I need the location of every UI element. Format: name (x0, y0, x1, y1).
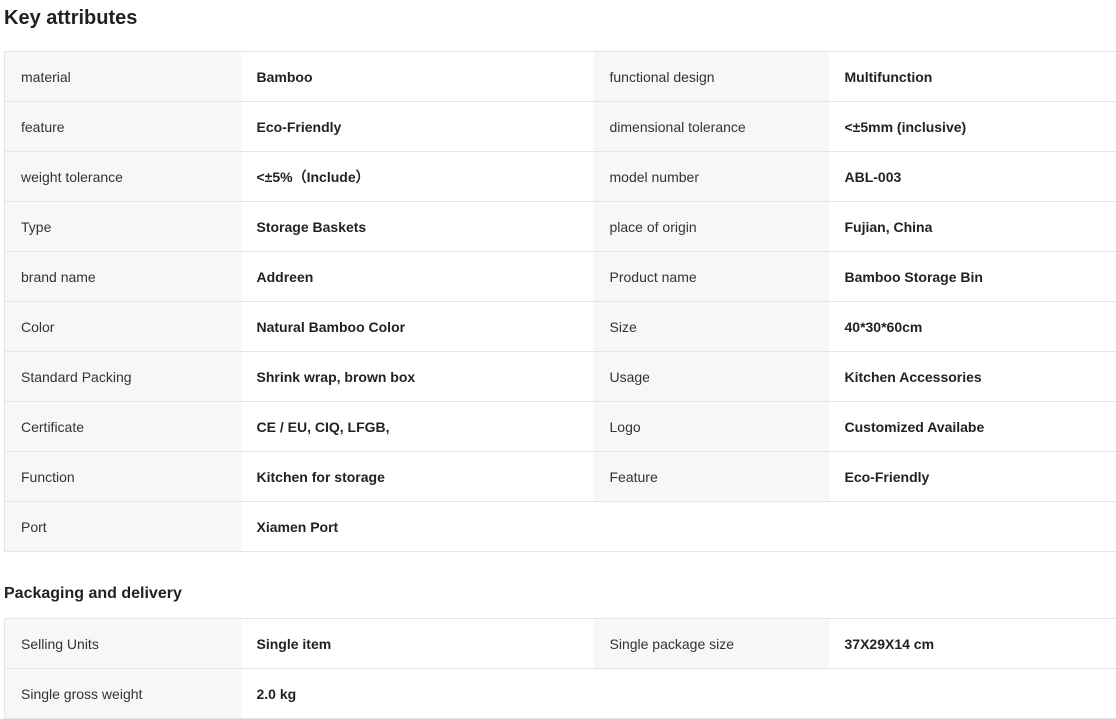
attribute-row: brand name Addreen Product name Bamboo S… (5, 252, 1116, 302)
attribute-label: dimensional tolerance (594, 102, 829, 152)
attribute-label: Function (5, 452, 241, 502)
attribute-value: Kitchen Accessories (829, 352, 1116, 402)
attribute-value: <±5mm (inclusive) (829, 102, 1116, 152)
attribute-row: Standard Packing Shrink wrap, brown box … (5, 352, 1116, 402)
attribute-row: feature Eco-Friendly dimensional toleran… (5, 102, 1116, 152)
attribute-label: Feature (594, 452, 829, 502)
attribute-value: Multifunction (829, 52, 1116, 102)
attribute-label: Type (5, 202, 241, 252)
attribute-value: Customized Availabe (829, 402, 1116, 452)
attribute-row: weight tolerance <±5%（Include） model num… (5, 152, 1116, 202)
attribute-label: place of origin (594, 202, 829, 252)
attribute-value: <±5%（Include） (241, 152, 594, 202)
attribute-value: Kitchen for storage (241, 452, 594, 502)
attribute-value: Eco-Friendly (241, 102, 594, 152)
empty-cell (594, 669, 829, 719)
key-attributes-table: material Bamboo functional design Multif… (4, 51, 1116, 552)
attribute-row: Port Xiamen Port (5, 502, 1116, 552)
packaging-label: Single gross weight (5, 669, 241, 719)
attribute-label: Usage (594, 352, 829, 402)
attribute-value: 40*30*60cm (829, 302, 1116, 352)
attribute-value: Bamboo (241, 52, 594, 102)
empty-cell (829, 502, 1116, 552)
attribute-label: weight tolerance (5, 152, 241, 202)
empty-cell (829, 669, 1116, 719)
attribute-value: Xiamen Port (241, 502, 594, 552)
attribute-value: Bamboo Storage Bin (829, 252, 1116, 302)
attribute-label: material (5, 52, 241, 102)
attribute-label: feature (5, 102, 241, 152)
packaging-value: 2.0 kg (241, 669, 594, 719)
empty-cell (594, 502, 829, 552)
attribute-label: functional design (594, 52, 829, 102)
attribute-label: Certificate (5, 402, 241, 452)
attribute-value: CE / EU, CIQ, LFGB, (241, 402, 594, 452)
packaging-value: 37X29X14 cm (829, 619, 1116, 669)
packaging-label: Selling Units (5, 619, 241, 669)
packaging-row: Single gross weight 2.0 kg (5, 669, 1116, 719)
attribute-label: Logo (594, 402, 829, 452)
attribute-row: material Bamboo functional design Multif… (5, 52, 1116, 102)
attribute-value: Storage Baskets (241, 202, 594, 252)
packaging-table: Selling Units Single item Single package… (4, 618, 1116, 719)
attribute-value: ABL-003 (829, 152, 1116, 202)
packaging-value: Single item (241, 619, 594, 669)
attribute-value: Eco-Friendly (829, 452, 1116, 502)
attribute-label: brand name (5, 252, 241, 302)
attribute-value: Addreen (241, 252, 594, 302)
key-attributes-title: Key attributes (4, 5, 137, 31)
attribute-label: Standard Packing (5, 352, 241, 402)
attribute-row: Certificate CE / EU, CIQ, LFGB, Logo Cus… (5, 402, 1116, 452)
attribute-label: model number (594, 152, 829, 202)
packaging-title: Packaging and delivery (4, 584, 182, 604)
attribute-value: Fujian, China (829, 202, 1116, 252)
packaging-label: Single package size (594, 619, 829, 669)
attribute-value: Shrink wrap, brown box (241, 352, 594, 402)
attribute-label: Port (5, 502, 241, 552)
packaging-row: Selling Units Single item Single package… (5, 619, 1116, 669)
attribute-label: Product name (594, 252, 829, 302)
attribute-row: Type Storage Baskets place of origin Fuj… (5, 202, 1116, 252)
attribute-value: Natural Bamboo Color (241, 302, 594, 352)
attribute-row: Color Natural Bamboo Color Size 40*30*60… (5, 302, 1116, 352)
attribute-label: Size (594, 302, 829, 352)
attribute-row: Function Kitchen for storage Feature Eco… (5, 452, 1116, 502)
attribute-label: Color (5, 302, 241, 352)
